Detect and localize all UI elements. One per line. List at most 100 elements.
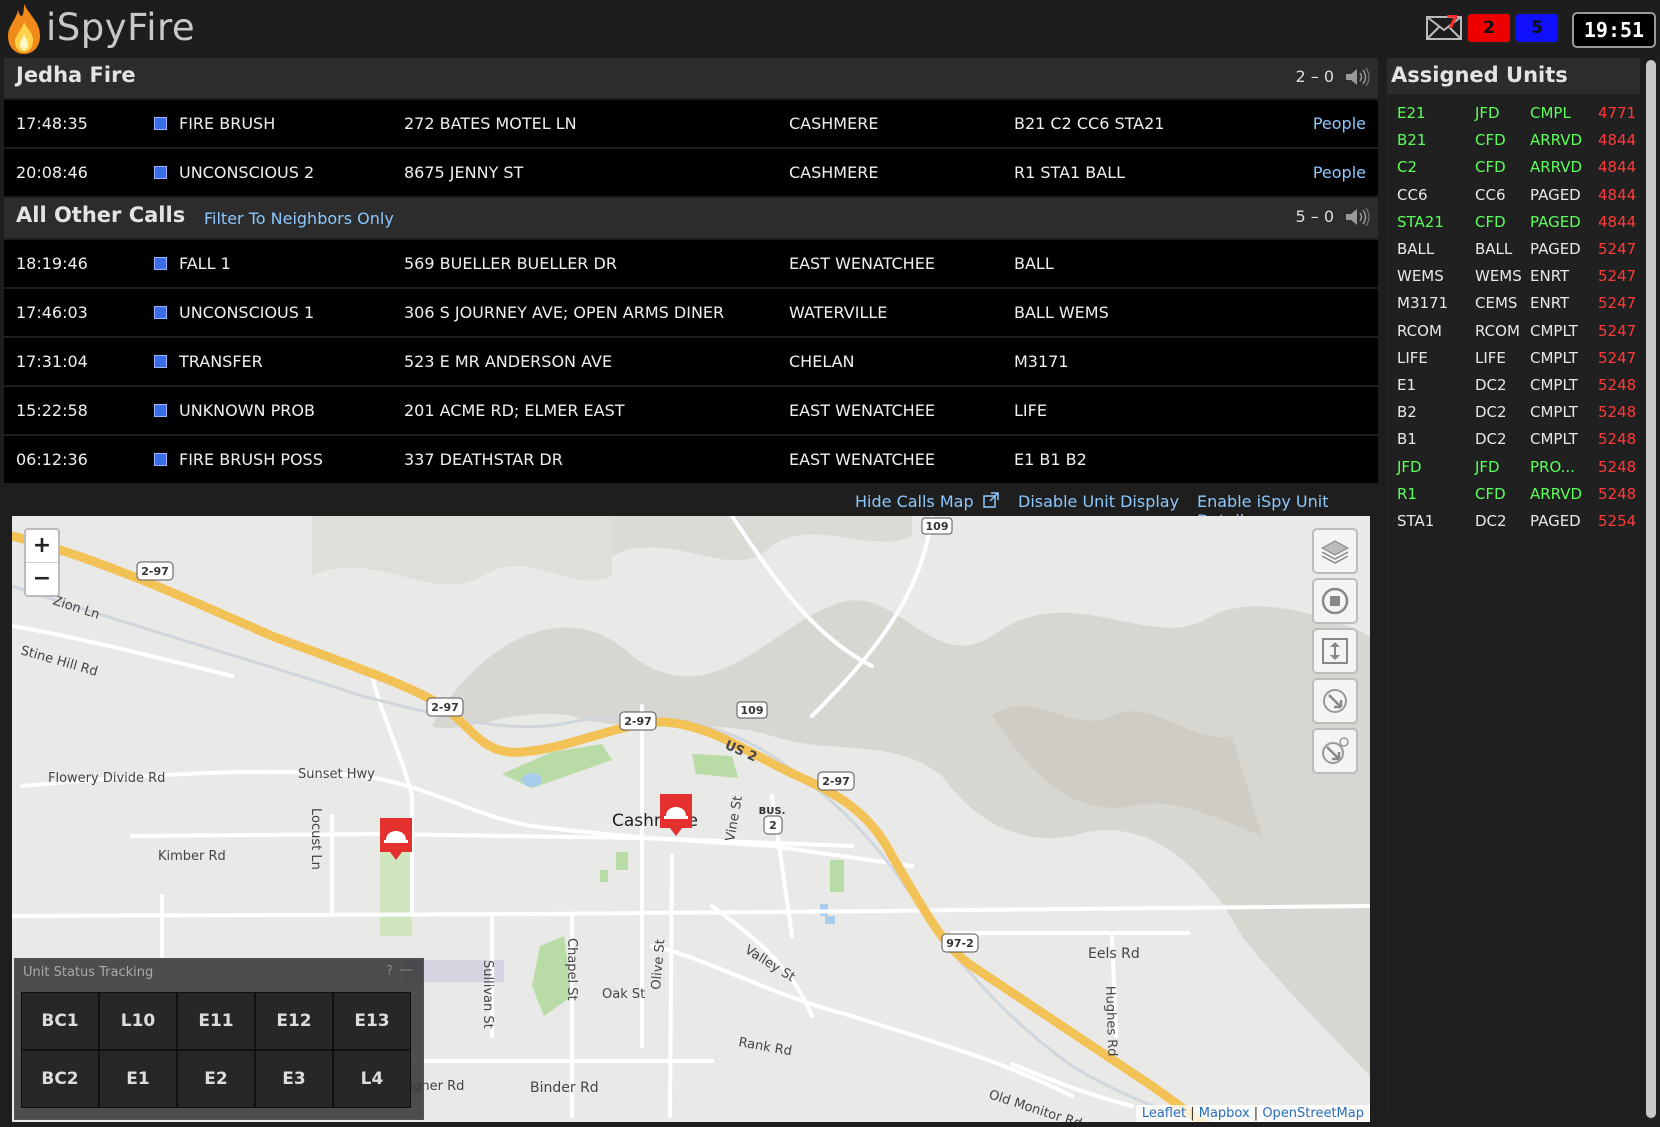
unit-id: E1 [1397,376,1417,394]
call-address: 337 DEATHSTAR DR [404,450,563,469]
unit-status-button[interactable]: E13 [333,992,411,1050]
assigned-unit-row[interactable]: M3171 CEMS ENRT 5247 [1387,290,1640,318]
unit-status-button[interactable]: BC1 [21,992,99,1050]
openstreetmap-link[interactable]: OpenStreetMap [1262,1106,1364,1121]
assigned-unit-row[interactable]: B21 CFD ARRVD 4844 [1387,127,1640,155]
call-row[interactable]: 06:12:36 FIRE BRUSH POSS 337 DEATHSTAR DR E… [4,436,1378,483]
unit-status-button[interactable]: E1 [99,1050,177,1108]
unit-call-number: 5248 [1598,430,1637,449]
unit-id: STA1 [1397,512,1435,530]
locate-button[interactable] [1312,678,1358,724]
call-status-square-icon [154,117,167,130]
unit-status-button[interactable]: L4 [333,1050,411,1108]
hide-calls-map-link[interactable]: Hide Calls Map [855,492,999,511]
unit-status: PAGED [1530,240,1581,258]
route-shield-icon: 109 [736,701,768,719]
unit-status: CMPLT [1530,430,1578,449]
assigned-unit-row[interactable]: C2 CFD ARRVD 4844 [1387,154,1640,182]
svg-text:Hughes Rd: Hughes Rd [1102,986,1119,1057]
assigned-unit-row[interactable]: E21 JFD CMPL 4771 [1387,100,1640,128]
unit-call-number: 4771 [1598,104,1637,122]
assigned-unit-row[interactable]: JFD JFD PRO... 5248 [1387,454,1640,482]
unit-call-number: 4844 [1598,131,1637,150]
unit-agency: WEMS [1475,267,1522,286]
assigned-unit-row[interactable]: STA1 DC2 PAGED 5254 [1387,508,1640,536]
leaflet-link[interactable]: Leaflet [1142,1106,1186,1121]
app-name: iSpyFire [46,6,196,49]
people-link[interactable]: People [1313,114,1366,133]
unit-status: PAGED [1530,512,1581,530]
red-count-badge[interactable]: 2 [1466,12,1512,44]
assigned-unit-row[interactable]: R1 CFD ARRVD 5248 [1387,481,1640,509]
unit-agency: CFD [1475,131,1506,150]
svg-text:Binder Rd: Binder Rd [530,1080,599,1096]
call-row[interactable]: 20:08:46 UNCONSCIOUS 2 8675 JENNY ST CASHME… [4,149,1378,196]
unit-id: WEMS [1397,267,1444,286]
unit-call-number: 5248 [1598,457,1637,476]
help-button[interactable]: ? [386,964,393,979]
unit-status-button[interactable]: E2 [177,1050,255,1108]
route-shield-icon: 97-2 [941,933,979,953]
assigned-unit-row[interactable]: WEMS WEMS ENRT 5247 [1387,263,1640,291]
unit-call-number: 5247 [1598,240,1637,258]
assigned-units-header: Assigned Units [1387,58,1640,94]
assigned-unit-row[interactable]: LIFE LIFE CMPLT 5247 [1387,345,1640,373]
call-row[interactable]: 15:22:58 UNKNOWN PROB 201 ACME RD; ELMER E… [4,387,1378,434]
stop-tracking-button[interactable] [1312,578,1358,624]
call-time: 17:46:03 [16,303,88,322]
speaker-icon[interactable] [1344,206,1370,228]
zoom-out-button[interactable]: − [26,562,58,595]
call-row[interactable]: 17:31:04 TRANSFER 523 E MR ANDERSON AVE CHE… [4,338,1378,385]
unit-agency: CFD [1475,212,1506,231]
fit-bounds-button[interactable] [1312,628,1358,674]
layers-button[interactable] [1312,528,1358,574]
zoom-in-button[interactable]: + [26,530,58,562]
call-city: EAST WENATCHEE [789,254,935,273]
scrollbar[interactable] [1646,60,1656,1120]
disable-unit-display-link[interactable]: Disable Unit Display [1018,492,1179,511]
unit-id: B21 [1397,131,1427,150]
speaker-icon[interactable] [1344,66,1370,88]
locate-units-button[interactable] [1312,728,1358,774]
unit-agency: BALL [1475,240,1513,258]
unit-agency: CFD [1475,158,1506,177]
assigned-units-panel: Assigned Units E21 JFD CMPL 4771 B21 CFD ARRVD… [1387,58,1640,1118]
call-units: M3171 [1014,352,1069,371]
unit-agency: DC2 [1475,512,1507,530]
call-city: CHELAN [789,352,855,371]
unit-status-button[interactable]: E12 [255,992,333,1050]
unit-id: C2 [1397,158,1418,177]
assigned-unit-row[interactable]: RCOM RCOM CMPLT 5247 [1387,318,1640,346]
assigned-unit-row[interactable]: CC6 CC6 PAGED 4844 [1387,182,1640,210]
call-city: EAST WENATCHEE [789,450,935,469]
assigned-unit-row[interactable]: STA21 CFD PAGED 4844 [1387,209,1640,237]
filter-neighbors-link[interactable]: Filter To Neighbors Only [204,209,394,228]
call-row[interactable]: 17:46:03 UNCONSCIOUS 1 306 S JOURNEY AVE; … [4,289,1378,336]
assigned-unit-row[interactable]: B1 DC2 CMPLT 5248 [1387,426,1640,454]
call-row[interactable]: 18:19:46 FALL 1 569 BUELLER BUELLER DR EAST… [4,240,1378,287]
calls-panel: Jedha Fire 2 – 0 17:48:35 FIRE BRUSH 272 B… [4,58,1378,485]
unit-status-button[interactable]: L10 [99,992,177,1050]
unit-status: ENRT [1530,267,1570,286]
call-row[interactable]: 17:48:35 FIRE BRUSH 272 BATES MOTEL LN CASH… [4,100,1378,147]
unit-status: CMPLT [1530,321,1578,340]
svg-text:Kimber Rd: Kimber Rd [158,849,226,864]
unit-status-button[interactable]: E11 [177,992,255,1050]
mapbox-link[interactable]: Mapbox [1199,1106,1250,1121]
unit-call-number: 4844 [1598,158,1637,177]
people-link[interactable]: People [1313,163,1366,182]
route-shield-icon: 109 [921,517,953,535]
assigned-unit-row[interactable]: E1 DC2 CMPLT 5248 [1387,372,1640,400]
minimize-button[interactable]: — [399,962,413,978]
blue-count-badge[interactable]: 5 [1514,12,1560,44]
assigned-unit-row[interactable]: B2 DC2 CMPLT 5248 [1387,399,1640,427]
call-city: EAST WENATCHEE [789,401,935,420]
call-status-square-icon [154,453,167,466]
scrollbar-thumb[interactable] [1646,60,1656,1118]
svg-text:Olive St: Olive St [649,939,668,991]
unit-status-button[interactable]: BC2 [21,1050,99,1108]
unit-status-button[interactable]: E3 [255,1050,333,1108]
svg-text:Vine St: Vine St [723,795,746,843]
assigned-unit-row[interactable]: BALL BALL PAGED 5247 [1387,236,1640,264]
svg-text:Flowery Divide Rd: Flowery Divide Rd [48,771,165,786]
